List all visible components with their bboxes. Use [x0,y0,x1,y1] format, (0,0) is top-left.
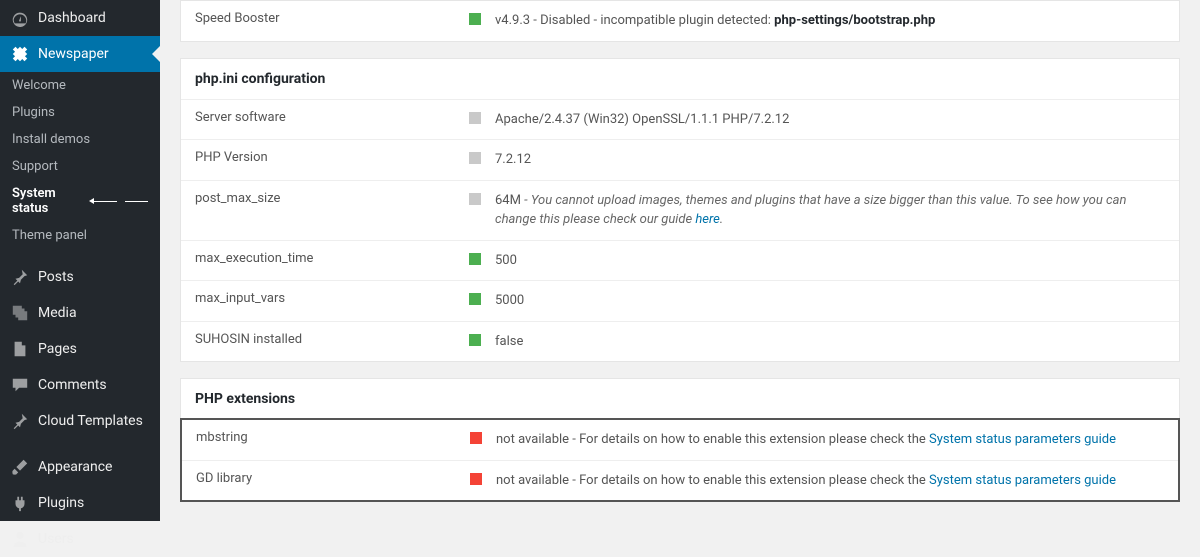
green-square-icon [469,13,481,25]
speed-booster-panel: Speed Booster v4.9.3 - Disabled - incomp… [180,0,1180,42]
php-ini-panel: php.ini configuration Server software Ap… [180,58,1180,363]
table-row: post_max_size 64M - You cannot upload im… [181,180,1179,240]
page-icon [10,339,30,359]
row-value: false [495,332,1165,352]
sidebar-item-posts[interactable]: Posts [0,259,160,295]
status-indicator [455,110,495,124]
sidebar-sub-system-status[interactable]: System status [0,180,160,222]
row-label: Speed Booster [195,11,455,26]
row-label: PHP Version [195,150,455,165]
red-square-icon [470,432,482,444]
info-square-icon [469,193,481,205]
sidebar-label: Media [38,305,77,321]
table-row: Server software Apache/2.4.37 (Win32) Op… [181,99,1179,140]
comment-icon [10,375,30,395]
status-indicator [455,11,495,25]
row-value: v4.9.3 - Disabled - incompatible plugin … [495,11,1165,31]
sidebar-sub-install-demos[interactable]: Install demos [0,126,160,153]
panel-heading: php.ini configuration [181,59,1179,99]
media-icon [10,303,30,323]
pin-icon [10,267,30,287]
sidebar-item-cloud-templates[interactable]: Cloud Templates [0,403,160,439]
current-indicator-arrow [89,198,117,204]
row-value: not available - For details on how to en… [496,471,1164,491]
sidebar-item-media[interactable]: Media [0,295,160,331]
panel-heading: PHP extensions [181,379,1179,419]
row-label: post_max_size [195,191,455,206]
sidebar-label: Posts [38,269,74,285]
row-label: max_execution_time [195,251,455,266]
status-indicator [455,291,495,305]
info-square-icon [469,152,481,164]
table-row: max_execution_time 500 [181,240,1179,281]
row-value: 5000 [495,291,1165,311]
sidebar-item-comments[interactable]: Comments [0,367,160,403]
status-indicator [456,430,496,444]
sidebar-sub-support[interactable]: Support [0,153,160,180]
row-label: max_input_vars [195,291,455,306]
guide-link[interactable]: System status parameters guide [929,432,1116,447]
brush-icon [10,457,30,477]
admin-sidebar: Dashboard Newspaper Welcome Plugins Inst… [0,0,160,521]
green-square-icon [469,253,481,265]
sidebar-sub-theme-panel[interactable]: Theme panel [0,222,160,249]
sidebar-item-pages[interactable]: Pages [0,331,160,367]
row-value: 500 [495,251,1165,271]
main-content: Speed Booster v4.9.3 - Disabled - incomp… [160,0,1200,521]
guide-link[interactable]: here [695,212,719,227]
table-row: max_input_vars 5000 [181,280,1179,321]
sidebar-sub-plugins[interactable]: Plugins [0,99,160,126]
row-label: GD library [196,471,456,486]
sidebar-item-newspaper[interactable]: Newspaper [0,36,160,72]
sidebar-label: Users [38,531,74,547]
sidebar-label: Pages [38,341,77,357]
sidebar-item-appearance[interactable]: Appearance [0,449,160,485]
row-value: 7.2.12 [495,150,1165,170]
table-row: PHP Version 7.2.12 [181,139,1179,180]
row-value: 64M - You cannot upload images, themes a… [495,191,1165,230]
red-square-icon [470,473,482,485]
sidebar-label: Cloud Templates [38,413,143,429]
sidebar-label: Newspaper [38,46,109,62]
pin-icon [10,411,30,431]
sidebar-item-plugins[interactable]: Plugins [0,485,160,521]
sidebar-label: Plugins [38,495,84,511]
row-label: SUHOSIN installed [195,332,455,347]
status-indicator [455,150,495,164]
sidebar-item-dashboard[interactable]: Dashboard [0,0,160,36]
green-square-icon [469,293,481,305]
status-indicator [456,471,496,485]
plug-icon [10,493,30,513]
sidebar-label: Appearance [38,459,112,475]
guide-link[interactable]: System status parameters guide [929,473,1116,488]
user-icon [10,529,30,549]
sidebar-label: Comments [38,377,107,393]
dashboard-icon [10,8,30,28]
sidebar-sub-welcome[interactable]: Welcome [0,72,160,99]
table-row: Speed Booster v4.9.3 - Disabled - incomp… [181,1,1179,41]
row-value: not available - For details on how to en… [496,430,1164,450]
green-square-icon [469,334,481,346]
sidebar-label: Dashboard [38,10,106,26]
status-indicator [455,251,495,265]
table-row: SUHOSIN installed false [181,321,1179,362]
newspaper-icon [10,44,30,64]
extensions-highlight-box: mbstring not available - For details on … [180,418,1180,502]
row-label: Server software [195,110,455,125]
status-indicator [455,191,495,205]
row-label: mbstring [196,430,456,445]
info-square-icon [469,112,481,124]
table-row: GD library not available - For details o… [182,460,1178,501]
table-row: mbstring not available - For details on … [182,420,1178,460]
row-value: Apache/2.4.37 (Win32) OpenSSL/1.1.1 PHP/… [495,110,1165,130]
sidebar-item-users[interactable]: Users [0,521,160,557]
status-indicator [455,332,495,346]
php-extensions-panel: PHP extensions mbstring not available - … [180,378,1180,502]
